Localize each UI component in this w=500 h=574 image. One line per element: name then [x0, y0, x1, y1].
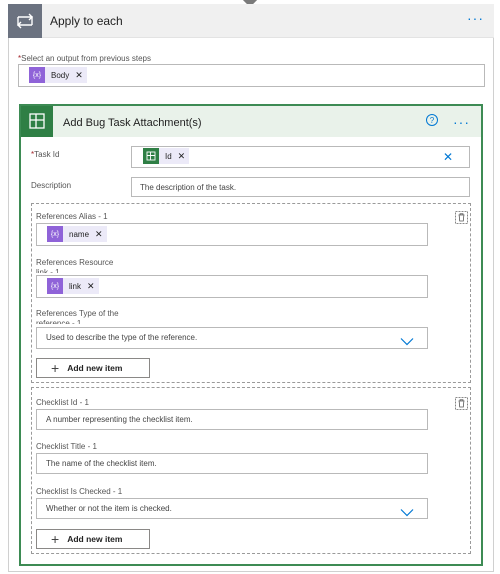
references-type-label: References Type of the — [36, 309, 119, 318]
action-connector-icon — [21, 106, 53, 137]
apply-to-each-title: Apply to each — [50, 14, 123, 28]
delete-item-icon[interactable] — [455, 397, 468, 415]
id-token[interactable]: Id ✕ — [143, 148, 190, 164]
select-output-label: *Select an output from previous steps — [18, 54, 151, 63]
clear-icon[interactable]: ✕ — [443, 150, 453, 164]
references-alias-label: References Alias - 1 — [36, 212, 108, 221]
remove-token-icon[interactable]: ✕ — [87, 281, 95, 292]
references-add-new-item-button[interactable]: + Add new item — [36, 358, 150, 378]
references-resource-label-sub: link - 1 — [36, 268, 60, 273]
checklist-id-placeholder: A number representing the checklist item… — [46, 415, 193, 424]
checklist-id-label: Checklist Id - 1 — [36, 398, 89, 407]
task-id-label-text: Task Id — [34, 150, 60, 159]
action-title: Add Bug Task Attachment(s) — [63, 117, 202, 129]
checklist-title-placeholder: The name of the checklist item. — [46, 459, 157, 468]
chevron-down-icon[interactable] — [400, 333, 414, 351]
checklist-is-checked-placeholder: Whether or not the item is checked. — [46, 504, 172, 513]
references-type-placeholder: Used to describe the type of the referen… — [46, 333, 198, 342]
expression-icon: {x} — [47, 226, 63, 242]
add-new-item-label: Add new item — [67, 534, 123, 544]
add-new-item-label: Add new item — [67, 363, 123, 373]
delete-item-icon[interactable] — [455, 211, 468, 229]
chevron-down-icon[interactable] — [400, 504, 414, 522]
link-token-label: link — [69, 281, 82, 291]
plus-icon: + — [51, 360, 60, 376]
id-token-label: Id — [165, 151, 172, 161]
remove-token-icon[interactable]: ✕ — [95, 229, 103, 240]
action-more-menu-button[interactable]: ··· — [453, 114, 470, 130]
plus-icon: + — [51, 531, 60, 547]
remove-token-icon[interactable]: ✕ — [178, 151, 186, 162]
checklist-add-new-item-button[interactable]: + Add new item — [36, 529, 150, 549]
select-output-label-text: Select an output from previous steps — [21, 54, 151, 63]
description-label: Description — [31, 181, 72, 190]
name-token[interactable]: {x} name ✕ — [47, 226, 107, 242]
select-output-input[interactable] — [18, 64, 485, 87]
remove-token-icon[interactable]: ✕ — [75, 70, 83, 81]
description-placeholder: The description of the task. — [140, 183, 237, 192]
name-token-label: name — [69, 229, 90, 239]
body-token[interactable]: {x} Body ✕ — [29, 67, 87, 83]
references-resource-label: References Resource — [36, 258, 114, 267]
task-id-label: *Task Id — [31, 150, 59, 159]
expression-icon: {x} — [47, 278, 63, 294]
checklist-title-label: Checklist Title - 1 — [36, 442, 97, 451]
connector-token-icon — [143, 148, 159, 164]
references-type-label-sub: reference - 1 — [36, 319, 82, 324]
link-token[interactable]: {x} link ✕ — [47, 278, 99, 294]
loop-icon — [8, 4, 42, 38]
help-icon[interactable]: ? — [426, 114, 438, 126]
body-token-label: Body — [51, 70, 70, 80]
checklist-is-checked-label: Checklist Is Checked - 1 — [36, 487, 123, 496]
expression-icon: {x} — [29, 67, 45, 83]
apply-more-menu-button[interactable]: ··· — [467, 10, 484, 26]
